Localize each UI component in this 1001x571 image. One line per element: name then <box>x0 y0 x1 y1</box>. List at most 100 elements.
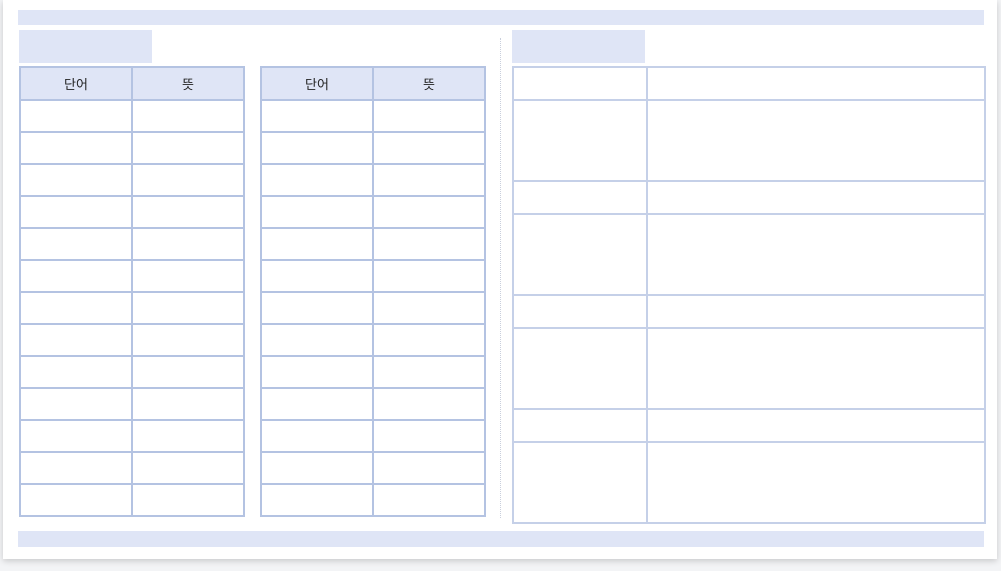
word-cell[interactable] <box>260 355 374 389</box>
table-row <box>19 419 245 453</box>
table-row <box>19 451 245 485</box>
meaning-cell[interactable] <box>131 227 245 261</box>
bottom-band <box>18 531 984 547</box>
table-row <box>260 227 486 261</box>
notes-term-cell[interactable] <box>512 99 648 182</box>
top-band <box>18 10 984 25</box>
meaning-cell[interactable] <box>131 99 245 133</box>
notes-detail-cell[interactable] <box>646 66 986 101</box>
notes-detail-cell[interactable] <box>646 213 986 296</box>
vocab-header-row: 단어 뜻 <box>19 66 245 101</box>
notes-term-cell[interactable] <box>512 66 648 101</box>
notes-detail-cell[interactable] <box>646 408 986 443</box>
table-row <box>19 387 245 421</box>
notes-term-cell[interactable] <box>512 441 648 524</box>
column-divider <box>500 38 501 518</box>
table-row <box>260 259 486 293</box>
meaning-cell[interactable] <box>131 195 245 229</box>
word-cell[interactable] <box>19 323 133 357</box>
table-row <box>19 131 245 165</box>
notes-row <box>512 408 986 443</box>
notes-detail-cell[interactable] <box>646 327 986 410</box>
notes-row <box>512 441 986 524</box>
meaning-cell[interactable] <box>372 291 486 325</box>
meaning-cell[interactable] <box>372 227 486 261</box>
word-cell[interactable] <box>19 131 133 165</box>
notes-term-cell[interactable] <box>512 213 648 296</box>
notes-term-cell[interactable] <box>512 408 648 443</box>
word-cell[interactable] <box>260 483 374 517</box>
table-row <box>19 99 245 133</box>
meaning-cell[interactable] <box>131 419 245 453</box>
meaning-cell[interactable] <box>372 163 486 197</box>
notes-row <box>512 327 986 410</box>
table-row <box>260 163 486 197</box>
meaning-cell[interactable] <box>372 195 486 229</box>
word-cell[interactable] <box>19 259 133 293</box>
word-cell[interactable] <box>260 291 374 325</box>
notes-detail-cell[interactable] <box>646 441 986 524</box>
word-cell[interactable] <box>260 99 374 133</box>
meaning-column-header: 뜻 <box>131 66 245 101</box>
word-cell[interactable] <box>260 195 374 229</box>
word-cell[interactable] <box>260 227 374 261</box>
word-cell[interactable] <box>260 451 374 485</box>
word-cell[interactable] <box>19 387 133 421</box>
word-cell[interactable] <box>19 99 133 133</box>
meaning-cell[interactable] <box>131 355 245 389</box>
table-row <box>260 483 486 517</box>
meaning-cell[interactable] <box>131 483 245 517</box>
notes-detail-cell[interactable] <box>646 99 986 182</box>
meaning-cell[interactable] <box>131 451 245 485</box>
word-cell[interactable] <box>260 131 374 165</box>
word-cell[interactable] <box>19 419 133 453</box>
table-row <box>19 259 245 293</box>
word-cell[interactable] <box>19 451 133 485</box>
meaning-cell[interactable] <box>131 323 245 357</box>
notes-title-box <box>512 30 645 63</box>
word-cell[interactable] <box>19 163 133 197</box>
meaning-cell[interactable] <box>372 419 486 453</box>
meaning-cell[interactable] <box>131 163 245 197</box>
notes-table <box>512 66 986 524</box>
word-cell[interactable] <box>260 323 374 357</box>
word-cell[interactable] <box>260 419 374 453</box>
meaning-cell[interactable] <box>372 483 486 517</box>
word-cell[interactable] <box>260 163 374 197</box>
meaning-cell[interactable] <box>372 387 486 421</box>
notes-detail-cell[interactable] <box>646 294 986 329</box>
table-row <box>260 451 486 485</box>
table-row <box>260 195 486 229</box>
table-row <box>260 131 486 165</box>
notes-term-cell[interactable] <box>512 294 648 329</box>
word-cell[interactable] <box>19 227 133 261</box>
meaning-cell[interactable] <box>131 259 245 293</box>
meaning-cell[interactable] <box>372 355 486 389</box>
meaning-cell[interactable] <box>131 387 245 421</box>
vocab-header-row: 단어 뜻 <box>260 66 486 101</box>
meaning-cell[interactable] <box>131 291 245 325</box>
word-cell[interactable] <box>19 483 133 517</box>
meaning-cell[interactable] <box>372 451 486 485</box>
table-row <box>260 323 486 357</box>
word-cell[interactable] <box>19 195 133 229</box>
word-cell[interactable] <box>19 355 133 389</box>
table-row <box>19 227 245 261</box>
meaning-cell[interactable] <box>372 131 486 165</box>
notes-row <box>512 180 986 215</box>
notes-term-cell[interactable] <box>512 180 648 215</box>
word-cell[interactable] <box>19 291 133 325</box>
word-cell[interactable] <box>260 387 374 421</box>
word-cell[interactable] <box>260 259 374 293</box>
meaning-cell[interactable] <box>372 323 486 357</box>
table-row <box>260 355 486 389</box>
meaning-cell[interactable] <box>372 259 486 293</box>
meaning-cell[interactable] <box>372 99 486 133</box>
meaning-cell[interactable] <box>131 131 245 165</box>
notes-row <box>512 294 986 329</box>
notes-term-cell[interactable] <box>512 327 648 410</box>
notes-row <box>512 213 986 296</box>
notes-detail-cell[interactable] <box>646 180 986 215</box>
table-row <box>19 355 245 389</box>
meaning-column-header: 뜻 <box>372 66 486 101</box>
